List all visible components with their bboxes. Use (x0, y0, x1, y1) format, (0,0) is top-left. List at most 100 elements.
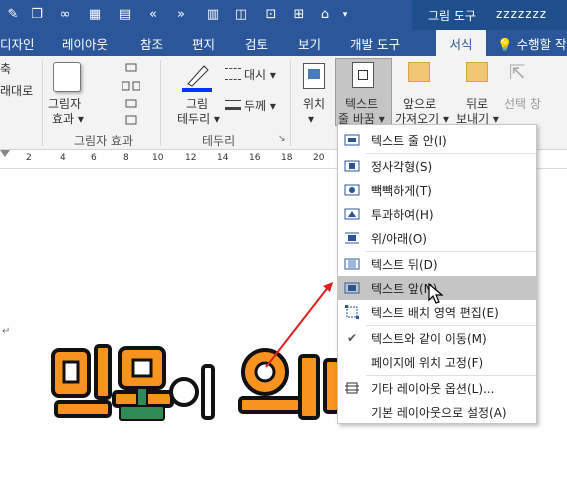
position-label2[interactable]: ▾ (308, 112, 314, 127)
picture-effects-icon[interactable] (53, 62, 81, 92)
weight-icon[interactable] (225, 100, 241, 110)
menu-item-through[interactable]: 투과하여(H) (338, 202, 536, 226)
tab-layout[interactable]: 레이아웃 (62, 34, 108, 53)
menu-item-label: 기타 레이아웃 옵션(L)... (371, 382, 495, 396)
format-painter-icon[interactable]: ✎ (4, 6, 22, 24)
nudge-shadow-icons[interactable] (121, 62, 141, 128)
menu-item-fix-position[interactable]: 페이지에 위치 고정(F) (338, 350, 536, 374)
picture-effects-label2[interactable]: 효과 ▾ (52, 112, 84, 127)
dashes-label[interactable]: 대시 ▾ (244, 68, 276, 83)
menu-item-label: 투과하여(H) (371, 208, 434, 222)
group-shadow-effects: 그림자 효과 (74, 134, 134, 148)
menu-item-tight[interactable]: 빽빽하게(T) (338, 178, 536, 202)
weight-label[interactable]: 두께 ▾ (244, 99, 276, 114)
context-group-title: 그림 도구 (428, 9, 476, 23)
inline-icon (344, 134, 360, 146)
reset-picture-line1[interactable]: 축 (0, 62, 11, 77)
send-backward-icon[interactable] (466, 62, 488, 82)
dialog-launcher-icon[interactable]: ↘ (278, 134, 286, 144)
tab-format[interactable]: 서식 (436, 30, 486, 57)
tab-design[interactable]: 디자인 (0, 34, 35, 53)
group-separator (160, 60, 161, 146)
menu-item-label: 정사각형(S) (371, 160, 433, 174)
tab-review[interactable]: 검토 (245, 34, 268, 53)
menu-item-label: 빽빽하게(T) (371, 184, 432, 198)
layout-options-icon (345, 382, 359, 394)
menu-item-label: 텍스트 뒤(D) (371, 258, 438, 272)
ruler-number: 2 (26, 153, 32, 163)
menu-item-move-with-text[interactable]: ✔ 텍스트와 같이 이동(M) (338, 326, 536, 350)
menu-item-label: 기본 레이아웃으로 설정(A) (371, 406, 507, 420)
rewind-icon[interactable]: « (144, 6, 162, 24)
ruler-number: 6 (91, 153, 97, 163)
tab-references[interactable]: 참조 (140, 34, 163, 53)
forward-icon[interactable]: » (172, 6, 190, 24)
menu-item-more-layout-options[interactable]: 기타 레이아웃 옵션(L)... (338, 376, 536, 400)
wrap-text-menu: 텍스트 줄 안(I) 정사각형(S) 빽빽하게(T) 투과하여(H) 위/아래(… (337, 124, 537, 424)
menu-item-label: 위/아래(O) (371, 232, 427, 246)
picture-icon[interactable]: ▦ (86, 6, 104, 24)
ruler-number: 16 (249, 153, 261, 163)
checkmark-icon: ✔ (346, 331, 358, 345)
in-front-of-text-icon (344, 282, 360, 294)
picture-effects-label1[interactable]: 그림자 (48, 97, 81, 112)
wrap-text-label1[interactable]: 텍스트 (345, 97, 378, 112)
dropdown-icon[interactable]: ▾ (336, 6, 354, 24)
send-backward-label1[interactable]: 뒤로 (466, 97, 488, 112)
menu-item-label: 텍스트 배치 영역 편집(E) (371, 306, 499, 320)
top-bottom-wrap-icon (345, 232, 359, 244)
group-border: 테두리 (202, 134, 236, 148)
menu-item-set-default-layout[interactable]: 기본 레이아웃으로 설정(A) (338, 400, 536, 424)
mouse-cursor-icon (428, 283, 444, 304)
pen-icon[interactable] (180, 62, 214, 92)
menu-item-top-bottom[interactable]: 위/아래(O) (338, 226, 536, 250)
ruler-number: 18 (281, 153, 293, 163)
tell-me-text: 수행할 작 (516, 37, 567, 52)
menu-item-square[interactable]: 정사각형(S) (338, 154, 536, 178)
square-wrap-icon (344, 160, 360, 172)
tab-view[interactable]: 보기 (298, 34, 321, 53)
ruler-number: 8 (123, 153, 129, 163)
lightbulb-icon: 💡 (497, 37, 513, 52)
selection-pane-label[interactable]: 선택 창 (504, 97, 541, 112)
ruler-number: 20 (313, 153, 325, 163)
arrange-icon[interactable]: ⊡ (262, 6, 280, 24)
ruler-number: 12 (185, 153, 197, 163)
filmstrip-icon[interactable]: ▥ (204, 6, 222, 24)
picture-border-label2[interactable]: 테두리 ▾ (177, 112, 220, 127)
menu-item-label: 텍스트 줄 안(I) (371, 134, 447, 148)
group-separator (42, 60, 43, 146)
position-icon[interactable] (303, 63, 325, 89)
ruler-number: 10 (152, 153, 164, 163)
link-icon[interactable]: ∞ (56, 6, 74, 24)
copy-icon[interactable]: ❐ (28, 6, 46, 24)
bring-forward-label1[interactable]: 앞으로 (403, 97, 436, 112)
wrap-text-icon[interactable] (352, 62, 374, 88)
behind-text-icon (344, 258, 360, 270)
table-icon[interactable]: ▤ (116, 6, 134, 24)
menu-item-inline[interactable]: 텍스트 줄 안(I) (338, 128, 536, 152)
columns-icon[interactable]: ◫ (232, 6, 250, 24)
dashes-icon[interactable] (225, 68, 241, 80)
tell-me-box[interactable]: 💡 수행할 작 (497, 34, 567, 53)
selection-pane-icon[interactable]: ⇱ (509, 60, 531, 90)
bring-forward-icon[interactable] (408, 62, 430, 82)
context-extra-text: ᴢᴢᴢᴢᴢᴢᴢ (496, 7, 548, 21)
edit-wrap-points-icon (345, 305, 359, 319)
wrap-icon[interactable]: ⌂ (316, 6, 334, 24)
menu-item-label: 텍스트와 같이 이동(M) (371, 332, 487, 346)
grid-icon[interactable]: ⊞ (290, 6, 308, 24)
tab-mailings[interactable]: 편지 (192, 34, 215, 53)
tight-wrap-icon (344, 184, 360, 196)
ruler-number: 14 (217, 153, 229, 163)
picture-border-label1[interactable]: 그림 (186, 97, 208, 112)
position-label1[interactable]: 위치 (303, 97, 325, 112)
indent-marker[interactable] (0, 150, 10, 158)
through-wrap-icon (344, 208, 360, 220)
menu-item-behind-text[interactable]: 텍스트 뒤(D) (338, 252, 536, 276)
tab-developer[interactable]: 개발 도구 (350, 34, 400, 53)
reset-picture-line2[interactable]: 래대로 (0, 84, 33, 99)
menu-item-label: 페이지에 위치 고정(F) (371, 356, 484, 370)
ruler-number: 4 (60, 153, 66, 163)
group-separator (290, 60, 291, 146)
